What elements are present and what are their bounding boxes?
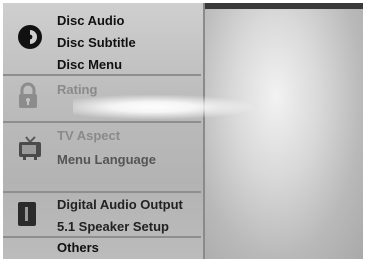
- disc-icon: [17, 24, 43, 55]
- menu-item-digital-audio-output[interactable]: Digital Audio Output: [57, 195, 183, 215]
- divider: [3, 236, 201, 238]
- osd-screen: Disc Audio Disc Subtitle Disc Menu Ratin…: [3, 3, 363, 259]
- display-settings-group: TV Aspect Menu Language: [3, 123, 201, 193]
- speaker-icon: [17, 201, 37, 232]
- audio-settings-group: Digital Audio Output 5.1 Speaker Setup O…: [3, 192, 201, 259]
- menu-item-disc-audio[interactable]: Disc Audio: [57, 11, 124, 31]
- rating-group: Rating: [3, 76, 201, 123]
- menu-item-tv-aspect[interactable]: TV Aspect: [57, 126, 120, 146]
- menu-item-disc-menu[interactable]: Disc Menu: [57, 55, 122, 75]
- menu-item-disc-subtitle[interactable]: Disc Subtitle: [57, 33, 136, 53]
- menu-item-rating[interactable]: Rating: [57, 80, 97, 100]
- preview-panel: [205, 9, 363, 259]
- menu-item-menu-language[interactable]: Menu Language: [57, 150, 156, 170]
- menu-item-others[interactable]: Others: [57, 238, 99, 258]
- disc-settings-group: Disc Audio Disc Subtitle Disc Menu: [3, 3, 201, 76]
- tv-icon: [17, 135, 43, 166]
- setup-menu: Disc Audio Disc Subtitle Disc Menu Ratin…: [3, 3, 205, 259]
- padlock-icon: [17, 82, 39, 115]
- menu-item-speaker-setup[interactable]: 5.1 Speaker Setup: [57, 217, 169, 237]
